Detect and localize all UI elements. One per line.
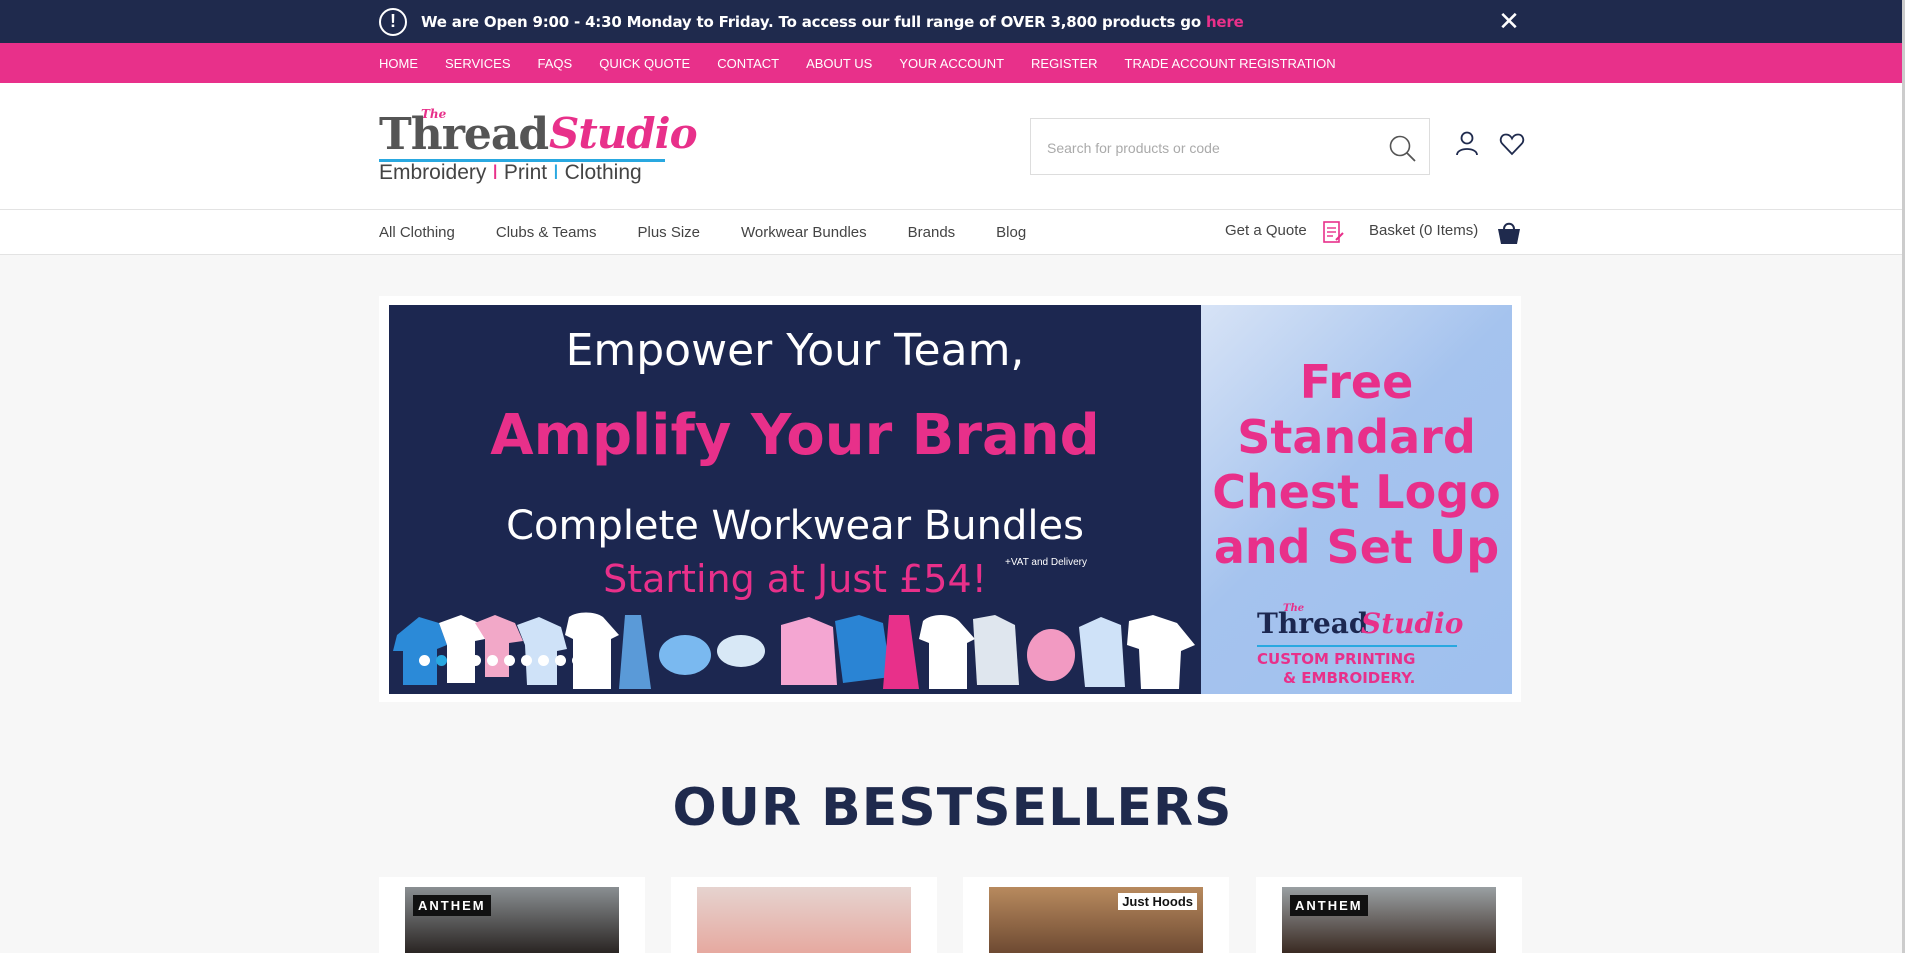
carousel-dot[interactable] bbox=[572, 655, 583, 666]
brand-badge: ANTHEM bbox=[1290, 895, 1368, 916]
search-box bbox=[1030, 118, 1430, 175]
carousel-dot[interactable] bbox=[555, 655, 566, 666]
product-card[interactable]: ANTHEM bbox=[379, 877, 645, 953]
announcement-text: We are Open 9:00 - 4:30 Monday to Friday… bbox=[421, 12, 1244, 31]
product-image[interactable]: ANTHEM bbox=[1282, 887, 1496, 953]
main-nav-item-clubs-teams[interactable]: Clubs & Teams bbox=[496, 224, 597, 241]
heart-icon[interactable] bbox=[1499, 131, 1525, 157]
brand-badge: Just Hoods bbox=[1118, 893, 1197, 910]
logo-studio: Studio bbox=[549, 109, 698, 158]
bestsellers-heading: OUR BESTSELLERS bbox=[672, 778, 1233, 838]
carousel-dot[interactable] bbox=[504, 655, 515, 666]
account-icon[interactable] bbox=[1454, 130, 1480, 156]
carousel-dot[interactable] bbox=[436, 655, 447, 666]
top-nav-item-faqs[interactable]: FAQS bbox=[538, 56, 573, 71]
search-input[interactable] bbox=[1047, 137, 1377, 159]
main-nav-item-blog[interactable]: Blog bbox=[996, 224, 1026, 241]
top-nav-item-home[interactable]: HOME bbox=[379, 56, 418, 71]
carousel-dot[interactable] bbox=[453, 655, 464, 666]
promo-logo-rule bbox=[1257, 645, 1457, 647]
basket-link[interactable]: Basket (0 Items) bbox=[1369, 222, 1478, 239]
carousel-dot[interactable] bbox=[470, 655, 481, 666]
top-nav-item-trade-account-registration[interactable]: TRADE ACCOUNT REGISTRATION bbox=[1125, 56, 1336, 71]
top-nav-item-services[interactable]: SERVICES bbox=[445, 56, 511, 71]
hero-line-2: Amplify Your Brand bbox=[490, 403, 1100, 468]
product-image[interactable]: Just Hoods bbox=[989, 887, 1203, 953]
hero-slide[interactable]: Empower Your Team, Amplify Your Brand Co… bbox=[389, 305, 1201, 694]
hero-line-1: Empower Your Team, bbox=[565, 325, 1025, 376]
product-image[interactable] bbox=[697, 887, 911, 953]
top-nav-item-contact[interactable]: CONTACT bbox=[717, 56, 779, 71]
clothing-illustration bbox=[393, 612, 1195, 689]
top-nav-item-your-account[interactable]: YOUR ACCOUNT bbox=[899, 56, 1004, 71]
search-icon[interactable] bbox=[1387, 133, 1417, 163]
basket-icon[interactable] bbox=[1497, 219, 1521, 245]
vat-note: +VAT and Delivery bbox=[1005, 557, 1087, 568]
main-nav-item-plus-size[interactable]: Plus Size bbox=[637, 224, 700, 241]
main-nav: All Clothing Clubs & Teams Plus Size Workwe… bbox=[0, 210, 1905, 255]
top-nav-item-register[interactable]: REGISTER bbox=[1031, 56, 1097, 71]
carousel-dots bbox=[419, 655, 589, 666]
announcement-link[interactable]: here bbox=[1206, 13, 1244, 31]
product-card[interactable] bbox=[671, 877, 937, 953]
announcement-bar: ! We are Open 9:00 - 4:30 Monday to Frid… bbox=[0, 0, 1905, 43]
brand-badge: ANTHEM bbox=[413, 895, 491, 916]
main-nav-item-all-clothing[interactable]: All Clothing bbox=[379, 224, 455, 241]
logo-tagline: Embroidery I Print I Clothing bbox=[379, 161, 642, 184]
promo-headline: Free Standard Chest Logo and Set Up bbox=[1212, 355, 1501, 574]
site-header: The Thread Studio Embroidery I Print I C… bbox=[0, 83, 1905, 210]
product-card[interactable]: Just Hoods bbox=[963, 877, 1229, 953]
top-nav-item-about-us[interactable]: ABOUT US bbox=[806, 56, 872, 71]
carousel-dot[interactable] bbox=[487, 655, 498, 666]
site-logo[interactable]: The Thread Studio Embroidery I Print I C… bbox=[379, 103, 698, 188]
carousel-dot[interactable] bbox=[419, 655, 430, 666]
get-a-quote-link[interactable]: Get a Quote bbox=[1225, 222, 1307, 239]
promo-subline-1: CUSTOM PRINTING bbox=[1257, 650, 1416, 668]
carousel-dot[interactable] bbox=[538, 655, 549, 666]
carousel-dot[interactable] bbox=[521, 655, 532, 666]
hero-line-3: Complete Workwear Bundles bbox=[506, 503, 1084, 549]
main-nav-item-brands[interactable]: Brands bbox=[908, 224, 956, 241]
top-nav-item-quick-quote[interactable]: QUICK QUOTE bbox=[599, 56, 690, 71]
promo-banner[interactable]: Free Standard Chest Logo and Set Up The … bbox=[1201, 305, 1512, 694]
product-image[interactable]: ANTHEM bbox=[405, 887, 619, 953]
product-card[interactable]: ANTHEM bbox=[1256, 877, 1522, 953]
main-nav-item-workwear-bundles[interactable]: Workwear Bundles bbox=[741, 224, 867, 241]
alert-icon: ! bbox=[379, 7, 407, 36]
close-icon[interactable]: ✕ bbox=[1496, 8, 1522, 34]
quote-document-icon[interactable] bbox=[1322, 220, 1344, 244]
logo-thread: Thread bbox=[379, 109, 549, 160]
top-nav: HOME SERVICES FAQS QUICK QUOTE CONTACT ABOUT … bbox=[0, 43, 1905, 83]
promo-subline-2: & EMBROIDERY. bbox=[1283, 669, 1416, 687]
